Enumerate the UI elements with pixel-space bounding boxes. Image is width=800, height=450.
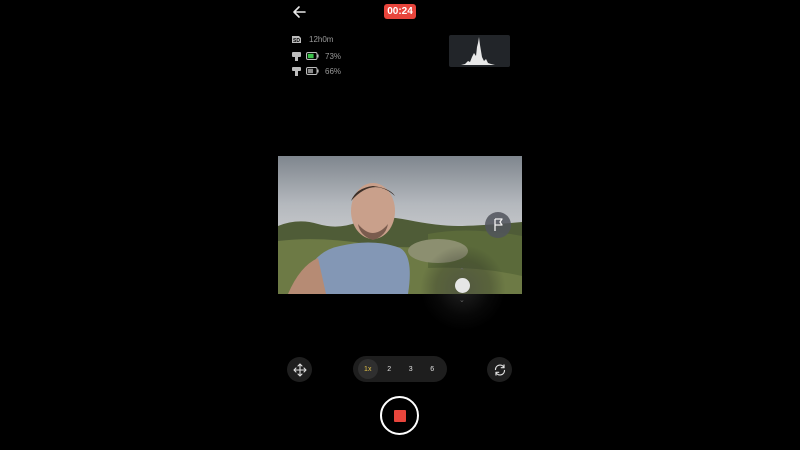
histogram-graph xyxy=(461,37,495,65)
sd-badge-text: SD xyxy=(293,38,300,44)
zoom-option-2[interactable]: 2 xyxy=(379,359,399,379)
sd-card-icon: SD xyxy=(292,35,301,44)
chevron-down-icon: ⌄ xyxy=(459,297,465,304)
arrow-left-icon xyxy=(293,6,306,18)
camera-battery-status: 73% xyxy=(291,50,341,62)
recording-timer: 00:24 xyxy=(384,4,416,19)
stop-record-icon xyxy=(393,409,406,422)
rotate-camera-icon xyxy=(494,363,505,376)
zoom-option-1x[interactable]: 1x xyxy=(357,359,378,379)
zoom-option-3[interactable]: 3 xyxy=(401,359,421,379)
recenter-button[interactable] xyxy=(287,357,312,382)
camera-icon xyxy=(292,51,301,61)
zoom-option-6[interactable]: 6 xyxy=(422,359,442,379)
joystick-knob[interactable] xyxy=(455,278,470,293)
histogram xyxy=(449,35,510,67)
zoom-selector: 1x 2 3 6 xyxy=(353,356,447,382)
gimbal-battery-status: 66% xyxy=(291,65,341,77)
flag-icon xyxy=(494,218,503,231)
record-stop-button[interactable] xyxy=(380,396,419,435)
flip-camera-button[interactable] xyxy=(487,357,512,382)
mark-flag-button[interactable] xyxy=(485,212,511,238)
storage-status: SD 12h0m xyxy=(291,33,333,45)
gimbal-battery-percent: 66% xyxy=(325,66,342,76)
storage-remaining: 12h0m xyxy=(309,34,334,44)
battery-icon xyxy=(306,67,319,75)
back-button[interactable] xyxy=(290,3,310,21)
camera-battery-percent: 73% xyxy=(325,51,342,61)
chevron-up-icon: ⌃ xyxy=(459,268,465,275)
battery-icon xyxy=(306,52,319,60)
move-arrows-icon xyxy=(292,362,307,377)
gimbal-icon xyxy=(292,66,301,76)
